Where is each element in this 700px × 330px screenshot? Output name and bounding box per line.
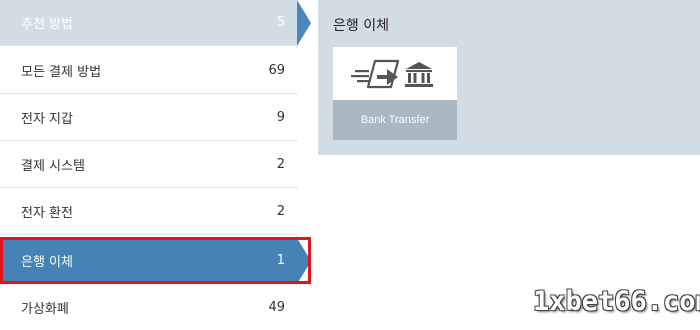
sidebar-item-count: 5	[276, 15, 285, 30]
sidebar-item-count: 2	[276, 157, 285, 172]
sidebar-item-count: 49	[268, 300, 285, 315]
sidebar-item-label: 가상화폐	[21, 302, 69, 317]
sidebar-item-count: 2	[276, 204, 285, 219]
sidebar-item-label: 전자 환전	[21, 206, 73, 221]
sidebar-item-payment-systems[interactable]: 결제 시스템 2	[0, 142, 297, 188]
sidebar-item-label: 모든 결제 방법	[21, 65, 102, 80]
bank-transfer-card[interactable]: Bank Transfer	[333, 47, 457, 140]
sidebar-item-all-methods[interactable]: 모든 결제 방법 69	[0, 48, 297, 94]
sidebar-item-count: 9	[276, 110, 285, 125]
sidebar-item-label: 결제 시스템	[21, 159, 85, 174]
payment-methods-panel: 은행 이체 Bank Transfer	[318, 0, 700, 155]
sidebar-item-label: 추천 방법	[21, 17, 73, 32]
sidebar-item-cryptocurrency[interactable]: 가상화폐 49	[0, 285, 297, 330]
bank-transfer-label: Bank Transfer	[333, 100, 457, 140]
sidebar-item-recommended[interactable]: 추천 방법 5	[0, 0, 311, 46]
sidebar-item-count: 69	[268, 63, 285, 78]
payment-category-sidebar: 추천 방법 5 모든 결제 방법 69 전자 지갑 9 결제 시스템 2 전자 …	[0, 0, 311, 330]
site-watermark: 1xbet66.com	[533, 286, 700, 317]
sidebar-item-label: 은행 이체	[21, 255, 73, 270]
bank-transfer-icon	[333, 47, 457, 100]
sidebar-item-bank-transfer[interactable]: 은행 이체 1	[0, 238, 311, 284]
sidebar-item-e-wallets[interactable]: 전자 지갑 9	[0, 95, 297, 141]
sidebar-item-e-exchange[interactable]: 전자 환전 2	[0, 189, 297, 235]
panel-title: 은행 이체	[333, 18, 389, 34]
sidebar-item-label: 전자 지갑	[21, 112, 73, 127]
sidebar-item-count: 1	[276, 253, 285, 268]
